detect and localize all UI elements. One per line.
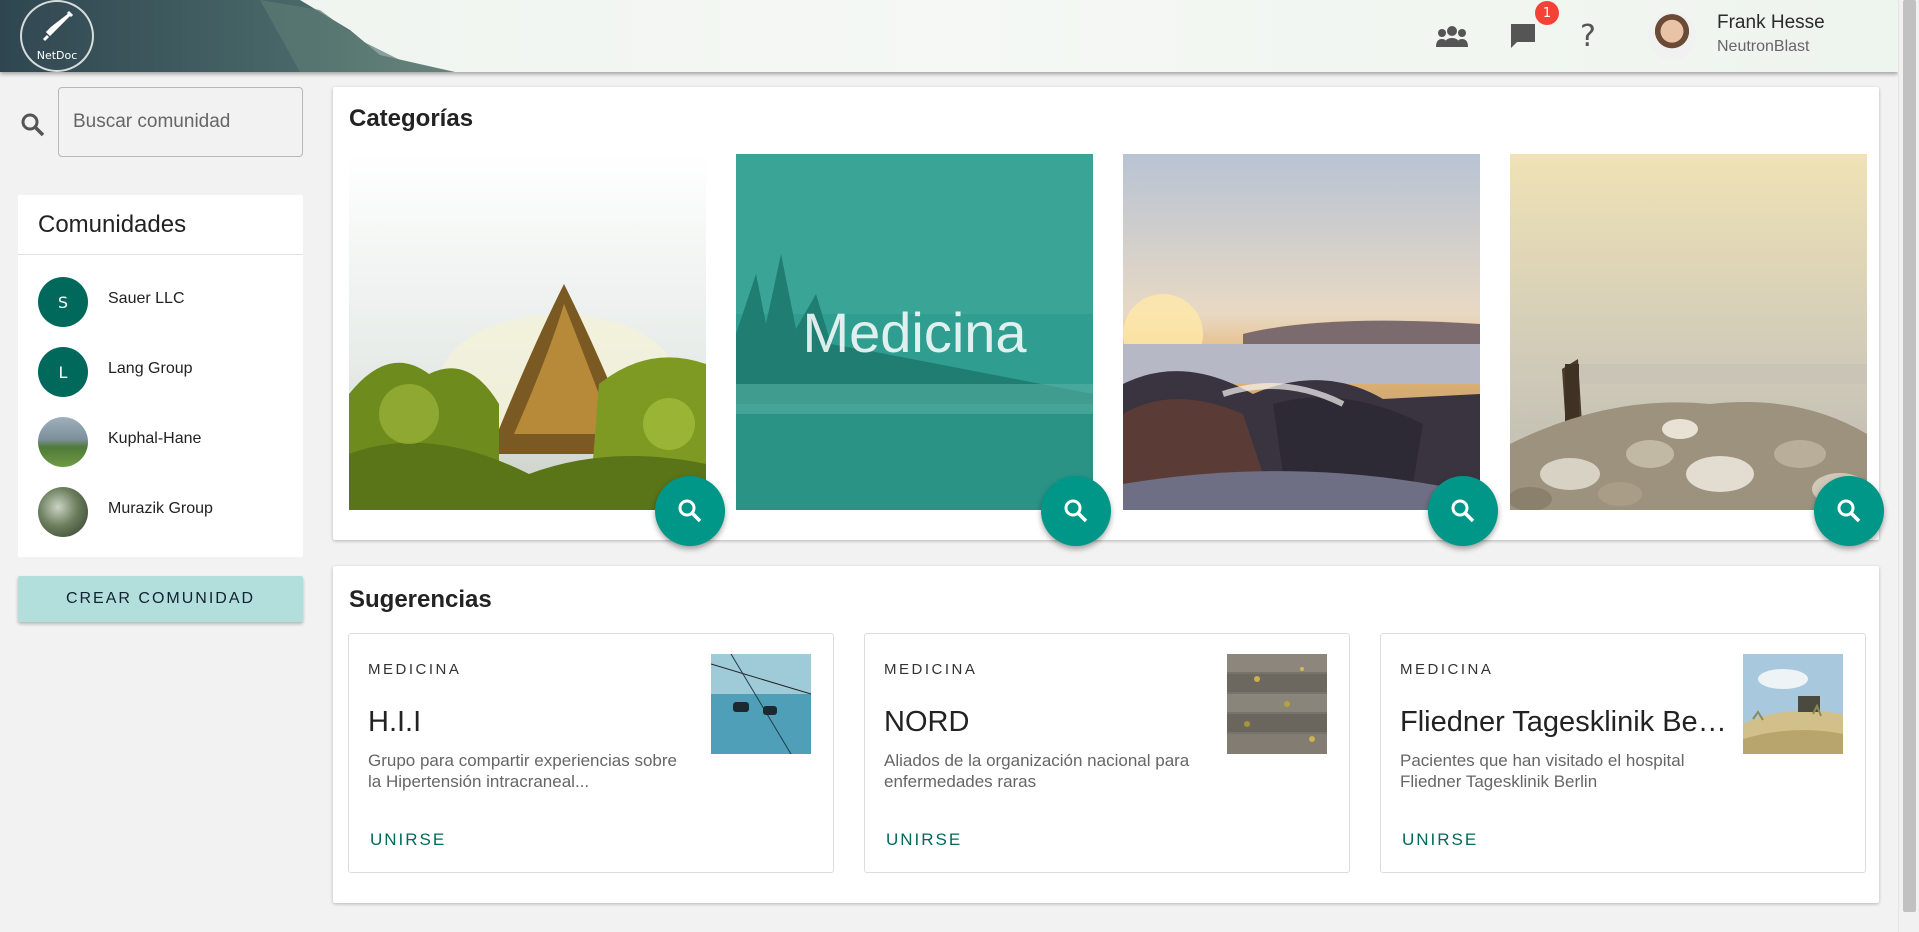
search-icon [678,499,702,523]
join-button[interactable]: UNIRSE [1402,830,1478,850]
suggestions-title: Sugerencias [349,586,492,613]
groups-icon[interactable] [1434,18,1470,54]
netdoc-logo[interactable]: NetDoc [20,0,94,72]
category-image-medicina[interactable]: Medicina [736,154,1093,510]
logo-text: NetDoc [36,49,78,62]
suggestion-category: MEDICINA [368,661,462,678]
community-avatar: L [38,347,88,397]
search-icon [1451,499,1475,523]
suggestion-title: H.I.I [368,706,422,738]
chat-icon[interactable] [1505,18,1541,54]
help-icon[interactable]: ? [1570,18,1606,54]
suggestion-thumbnail-wood-planks [1227,654,1327,754]
syringe-icon [42,10,74,42]
suggestion-description: Aliados de la organización nacional para… [884,751,1190,791]
suggestion-card[interactable]: MEDICINA Fliedner Tagesklinik Berlin Pac… [1380,633,1866,873]
category-search-button[interactable] [655,476,725,546]
community-item-murazik-group[interactable]: Murazik Group [38,487,288,537]
category-image-stones-post[interactable] [1510,154,1867,510]
community-image-avatar [38,487,88,537]
page-scrollbar[interactable] [1898,0,1919,932]
category-search-button[interactable] [1041,476,1111,546]
suggestion-thumbnail-dunes [1743,654,1843,754]
search-icon [1064,499,1088,523]
category-image-sunset-shore[interactable] [1123,154,1480,510]
suggestion-description: Grupo para compartir experiencias sobre … [368,751,677,791]
community-item-lang-group[interactable]: L Lang Group [38,347,288,397]
community-name: Lang Group [108,360,193,377]
join-button[interactable]: UNIRSE [370,830,446,850]
scrollbar-thumb[interactable] [1903,0,1916,912]
community-item-sauer-llc[interactable]: S Sauer LLC [38,277,288,327]
community-avatar: S [38,277,88,327]
suggestion-card[interactable]: MEDICINA NORD Aliados de la organización… [864,633,1350,873]
user-handle: NeutronBlast [1717,38,1810,55]
category-image-canoe[interactable] [349,154,706,510]
suggestion-card[interactable]: MEDICINA H.I.I Grupo para compartir expe… [348,633,834,873]
categories-title: Categorías [349,105,474,132]
create-community-button[interactable]: CREAR COMUNIDAD [18,576,303,622]
community-image-avatar [38,417,88,467]
community-name: Murazik Group [108,500,213,517]
category-search-button[interactable] [1428,476,1498,546]
app-header: NetDoc [0,0,1898,72]
community-item-kuphal-hane[interactable]: Kuphal-Hane [38,417,288,467]
category-label: Medicina [802,301,1027,364]
category-search-button[interactable] [1814,476,1884,546]
suggestion-category: MEDICINA [1400,661,1494,678]
community-search-input[interactable] [73,111,288,133]
search-icon [1837,499,1861,523]
suggestion-description: Pacientes que han visitado el hospital F… [1400,751,1685,791]
join-button[interactable]: UNIRSE [886,830,962,850]
suggestion-thumbnail-cable-car [711,654,811,754]
notification-badge: 1 [1535,1,1559,25]
communities-card: Comunidades S Sauer LLC L Lang Group Kup… [18,195,303,557]
user-avatar[interactable] [1648,12,1696,60]
suggestion-title: Fliedner Tagesklinik Berlin [1400,706,1730,738]
user-name: Frank Hesse [1717,12,1825,33]
search-icon [20,112,46,142]
suggestion-title: NORD [884,706,970,738]
communities-title: Comunidades [18,195,303,255]
community-search-field[interactable] [58,87,303,157]
community-name: Kuphal-Hane [108,430,202,447]
suggestion-category: MEDICINA [884,661,978,678]
community-name: Sauer LLC [108,290,185,307]
